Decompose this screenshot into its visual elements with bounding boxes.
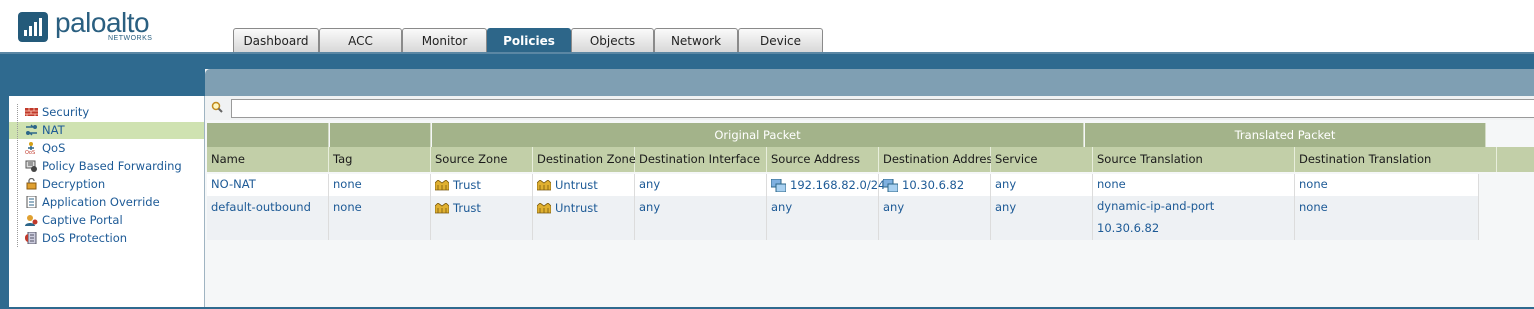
sidebar-item-label: Captive Portal	[42, 213, 123, 227]
zone-icon	[435, 180, 449, 191]
destination-zone-cell[interactable]: Untrust	[533, 174, 635, 196]
logo-mark-icon	[18, 12, 48, 42]
security-icon	[25, 108, 38, 116]
source-translation-address: 10.30.6.82	[1097, 221, 1160, 235]
sidebar-item-label: Application Override	[42, 195, 160, 209]
app-override-icon	[26, 196, 37, 208]
column-header-destination-address[interactable]: Destination Address	[879, 147, 998, 172]
tab-network[interactable]: Network	[654, 28, 738, 52]
service-cell[interactable]: any	[991, 174, 1093, 196]
destination-translation-cell[interactable]: none	[1295, 174, 1479, 196]
column-header-source-zone[interactable]: Source Zone	[431, 147, 533, 172]
destination-interface-cell[interactable]: any	[635, 196, 767, 240]
tab-objects[interactable]: Objects	[571, 28, 654, 52]
qos-icon: QoS	[25, 142, 35, 154]
destination-interface-cell[interactable]: any	[635, 174, 767, 196]
zone-icon	[537, 180, 551, 191]
sidebar-item-label: Decryption	[42, 177, 106, 191]
destination-zone-value: Untrust	[555, 201, 598, 215]
search-icon[interactable]	[211, 101, 223, 113]
destination-address-cell[interactable]: any	[879, 196, 991, 240]
address-icon	[771, 179, 786, 192]
filter-bar	[205, 96, 1534, 120]
column-header-source-address[interactable]: Source Address	[767, 147, 879, 172]
destination-translation-cell[interactable]: none	[1295, 196, 1479, 240]
service-cell[interactable]: any	[991, 196, 1093, 240]
tab-dashboard[interactable]: Dashboard	[233, 28, 319, 52]
column-header-destination-translation[interactable]: Destination Translation	[1295, 147, 1497, 172]
sidebar-item-policy-based-forwarding[interactable]: Policy Based Forwarding	[9, 158, 204, 175]
policies-sidebar: Security NAT QoS QoS Policy Based Forwar…	[9, 96, 205, 307]
app-header: paloalto NETWORKS Dashboard ACC Monitor …	[0, 0, 1534, 54]
source-translation-cell[interactable]: dynamic-ip-and-port 10.30.6.82	[1093, 196, 1295, 240]
source-address-cell[interactable]: any	[767, 196, 879, 240]
sidebar-item-application-override[interactable]: Application Override	[9, 194, 204, 211]
tag-cell[interactable]: none	[329, 174, 431, 196]
sidebar-item-dos-protection[interactable]: DoS Protection	[9, 230, 204, 247]
column-header-source-translation[interactable]: Source Translation	[1093, 147, 1295, 172]
rule-name-cell[interactable]: NO-NAT	[207, 174, 329, 196]
tag-cell[interactable]: none	[329, 196, 431, 240]
group-spacer	[207, 123, 329, 147]
destination-zone-cell[interactable]: Untrust	[533, 196, 635, 240]
address-icon	[883, 179, 898, 192]
group-spacer	[330, 123, 431, 147]
filter-input[interactable]	[231, 99, 1534, 118]
source-zone-cell[interactable]: Trust	[431, 174, 533, 196]
source-address-cell[interactable]: 192.168.82.0/24	[767, 174, 885, 196]
sidebar-item-label: NAT	[42, 123, 65, 137]
sidebar-item-label: DoS Protection	[42, 231, 128, 245]
tab-acc[interactable]: ACC	[319, 28, 402, 52]
dos-protection-icon	[25, 232, 37, 244]
sidebar-item-nat[interactable]: NAT	[9, 122, 204, 139]
destination-address-cell[interactable]: 10.30.6.82	[879, 174, 991, 196]
paloalto-logo[interactable]: paloalto NETWORKS	[18, 7, 168, 46]
pbf-icon	[25, 160, 37, 172]
sidebar-item-qos[interactable]: QoS QoS	[9, 140, 204, 157]
column-header-service[interactable]: Service	[991, 147, 1093, 172]
rule-name-cell[interactable]: default-outbound	[207, 196, 329, 240]
logo-subtext: NETWORKS	[108, 35, 153, 42]
zone-icon	[537, 203, 551, 214]
tab-monitor[interactable]: Monitor	[402, 28, 487, 52]
source-translation-type: dynamic-ip-and-port	[1097, 199, 1215, 213]
sidebar-item-label: Security	[42, 105, 90, 119]
captive-portal-icon	[25, 215, 38, 226]
column-header-destination-zone[interactable]: Destination Zone	[533, 147, 636, 172]
column-header-destination-interface[interactable]: Destination Interface	[635, 147, 767, 172]
group-original-packet: Original Packet	[432, 123, 1084, 147]
sidebar-item-security[interactable]: Security	[9, 104, 204, 121]
source-zone-value: Trust	[453, 201, 481, 215]
sidebar-item-label: Policy Based Forwarding	[42, 159, 182, 173]
nat-policy-panel: Original Packet Translated Packet Name T…	[205, 69, 1534, 307]
column-header-filler	[1497, 147, 1534, 172]
nat-icon	[26, 124, 37, 136]
tab-policies[interactable]: Policies	[487, 28, 571, 54]
source-zone-value: Trust	[453, 178, 481, 192]
svg-text:QoS: QoS	[25, 150, 35, 154]
source-zone-cell[interactable]: Trust	[431, 196, 533, 240]
source-address-value: 192.168.82.0/24	[790, 178, 886, 192]
decryption-icon	[26, 178, 37, 190]
column-header-name[interactable]: Name	[207, 147, 329, 172]
panel-header	[205, 69, 1534, 96]
zone-icon	[435, 203, 449, 214]
tab-device[interactable]: Device	[738, 28, 823, 52]
column-header-tag[interactable]: Tag	[329, 147, 431, 172]
source-translation-cell[interactable]: none	[1093, 174, 1295, 196]
destination-address-value: 10.30.6.82	[902, 178, 965, 192]
group-translated-packet: Translated Packet	[1085, 123, 1486, 147]
destination-zone-value: Untrust	[555, 178, 598, 192]
sidebar-item-decryption[interactable]: Decryption	[9, 176, 204, 193]
sidebar-item-captive-portal[interactable]: Captive Portal	[9, 212, 204, 229]
sidebar-item-label: QoS	[42, 141, 66, 155]
